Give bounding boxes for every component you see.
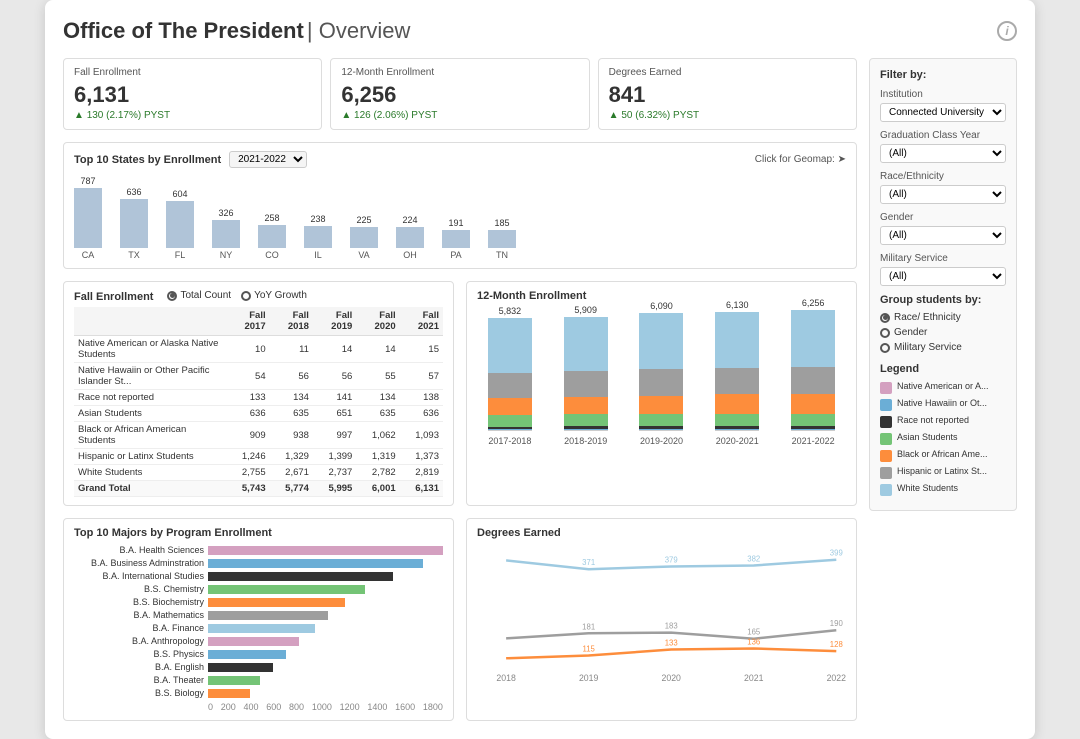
svg-text:2020: 2020	[661, 673, 680, 683]
table-row: White Students2,7552,6712,7372,7822,819	[74, 465, 443, 481]
state-col: 326 NY	[212, 208, 240, 260]
filter-panel: Filter by: Institution Connected Univers…	[869, 58, 1017, 511]
military-select[interactable]: (All)	[880, 267, 1006, 286]
state-col: 185 TN	[488, 218, 516, 260]
state-col: 258 CO	[258, 213, 286, 260]
major-bar-row: B.S. Biochemistry	[74, 597, 443, 607]
bar-group: 5,832 2017-2018	[477, 306, 543, 446]
header-title: Office of The President | Overview	[63, 18, 410, 44]
radio-total-count[interactable]: Total Count	[167, 290, 231, 301]
major-bar-row: B.A. Mathematics	[74, 610, 443, 620]
group-by-option[interactable]: Military Service	[880, 342, 1006, 353]
group-by-option[interactable]: Race/ Ethnicity	[880, 312, 1006, 323]
state-col: 636 TX	[120, 187, 148, 260]
table-row: Native Hawaiin or Other Pacific Islander…	[74, 363, 443, 390]
radio-yoy-growth[interactable]: YoY Growth	[241, 290, 307, 301]
state-col: 224 OH	[396, 215, 424, 260]
svg-text:133: 133	[665, 638, 679, 647]
table-row: Native American or Alaska Native Student…	[74, 336, 443, 363]
legend-item: White Students	[880, 483, 1006, 496]
svg-text:128: 128	[830, 640, 844, 649]
state-col: 604 FL	[166, 189, 194, 260]
major-bar-row: B.A. English	[74, 662, 443, 672]
svg-text:183: 183	[665, 622, 679, 631]
svg-text:190: 190	[830, 619, 844, 628]
states-bars: 787 CA 636 TX 604 FL 326 NY 258 CO 238 I…	[74, 176, 846, 260]
state-col: 787 CA	[74, 176, 102, 260]
table-row: Race not reported133134141134138	[74, 390, 443, 406]
gender-select[interactable]: (All)	[880, 226, 1006, 245]
degrees-section: Degrees Earned 2018201920202021202237137…	[466, 518, 857, 721]
major-bar-row: B.A. Finance	[74, 623, 443, 633]
twelve-month-chart: 12-Month Enrollment 5,832 2017-2018 5,90…	[466, 281, 857, 506]
svg-text:399: 399	[830, 549, 843, 558]
major-bar-row: B.A. International Studies	[74, 571, 443, 581]
bar-group: 6,256 2021-2022	[780, 298, 846, 446]
major-bar-row: B.A. Business Adminstration	[74, 558, 443, 568]
kpi-fall-enrollment: Fall Enrollment 6,131 130 (2.17%) PYST	[63, 58, 322, 130]
state-col: 238 IL	[304, 214, 332, 260]
major-bar-row: B.A. Theater	[74, 675, 443, 685]
svg-text:2022: 2022	[827, 673, 846, 683]
states-year-dropdown[interactable]: 2021-2022	[229, 151, 307, 168]
legend-item: Black or African Ame...	[880, 449, 1006, 462]
svg-text:165: 165	[747, 628, 761, 637]
major-bar-row: B.S. Chemistry	[74, 584, 443, 594]
svg-text:115: 115	[582, 644, 595, 653]
table-row: Hispanic or Latinx Students1,2461,3291,3…	[74, 449, 443, 465]
svg-text:2019: 2019	[579, 673, 598, 683]
legend-item: Asian Students	[880, 432, 1006, 445]
major-bar-row: B.A. Anthropology	[74, 636, 443, 646]
majors-section: Top 10 Majors by Program Enrollment B.A.…	[63, 518, 454, 721]
bar-group: 6,090 2019-2020	[629, 301, 695, 446]
institution-select[interactable]: Connected University	[880, 103, 1006, 122]
legend-item: Native American or A...	[880, 381, 1006, 394]
kpi-degrees-earned: Degrees Earned 841 50 (6.32%) PYST	[598, 58, 857, 130]
states-section: Top 10 States by Enrollment 2021-2022 Cl…	[63, 142, 857, 269]
major-bar-row: B.S. Biology	[74, 688, 443, 698]
bar-group: 5,909 2018-2019	[553, 305, 619, 446]
table-row: Asian Students636635651635636	[74, 406, 443, 422]
bar-group: 6,130 2020-2021	[704, 300, 770, 446]
svg-text:136: 136	[747, 637, 761, 646]
kpi-12month-enrollment: 12-Month Enrollment 6,256 126 (2.06%) PY…	[330, 58, 589, 130]
legend-item: Race not reported	[880, 415, 1006, 428]
header: Office of The President | Overview i	[63, 18, 1017, 44]
geomap-link[interactable]: Click for Geomap: ➤	[755, 154, 846, 165]
svg-text:181: 181	[582, 622, 595, 631]
table-row: Grand Total5,7435,7745,9956,0016,131	[74, 481, 443, 497]
info-icon[interactable]: i	[997, 21, 1017, 41]
race-eth-select[interactable]: (All)	[880, 185, 1006, 204]
grad-class-select[interactable]: (All)	[880, 144, 1006, 163]
svg-text:2018: 2018	[496, 673, 515, 683]
legend-item: Native Hawaiin or Ot...	[880, 398, 1006, 411]
dashboard: Office of The President | Overview i Fal…	[45, 0, 1035, 739]
table-row: Black or African American Students909938…	[74, 422, 443, 449]
svg-text:379: 379	[665, 555, 678, 564]
major-bar-row: B.S. Physics	[74, 649, 443, 659]
legend-item: Hispanic or Latinx St...	[880, 466, 1006, 479]
group-by-option[interactable]: Gender	[880, 327, 1006, 338]
kpi-row: Fall Enrollment 6,131 130 (2.17%) PYST 1…	[63, 58, 857, 130]
fall-enrollment-table: Fall 2017Fall 2018Fall 2019Fall 2020Fall…	[74, 307, 443, 497]
svg-text:2021: 2021	[744, 673, 763, 683]
svg-text:371: 371	[582, 558, 595, 567]
fall-enrollment-section: Fall Enrollment Total Count YoY Growth	[63, 281, 454, 506]
svg-text:382: 382	[747, 554, 760, 563]
state-col: 191 PA	[442, 218, 470, 260]
state-col: 225 VA	[350, 215, 378, 260]
major-bar-row: B.A. Health Sciences	[74, 545, 443, 555]
